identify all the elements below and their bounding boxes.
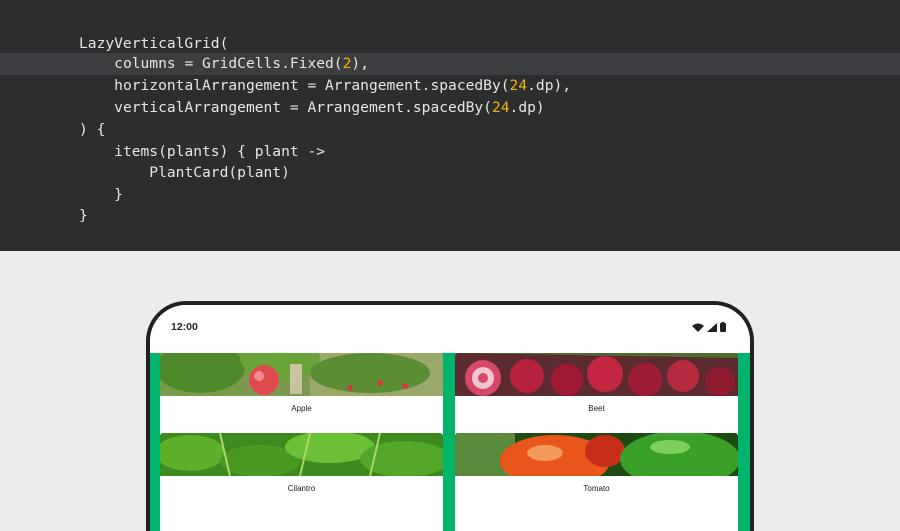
code-text: .dp) xyxy=(509,99,545,116)
tomato-image xyxy=(455,433,738,476)
code-number: 24 xyxy=(509,77,528,94)
wifi-icon xyxy=(692,323,704,332)
code-text: verticalArrangement = Arrangement.spaced… xyxy=(114,99,492,116)
status-bar: 12:00 xyxy=(150,305,750,353)
code-text: PlantCard(plant) xyxy=(149,164,290,181)
code-line: verticalArrangement = Arrangement.spaced… xyxy=(0,97,900,119)
code-text: } xyxy=(114,186,123,203)
plant-card-cilantro[interactable]: Cilantro xyxy=(160,433,443,531)
code-number: 24 xyxy=(491,99,510,116)
code-line: horizontalArrangement = Arrangement.spac… xyxy=(0,75,900,97)
code-line: } xyxy=(0,205,900,227)
code-line: PlantCard(plant) xyxy=(0,162,900,184)
plant-card-label: Apple xyxy=(291,404,312,413)
code-line: items(plants) { plant -> xyxy=(0,141,900,163)
beet-image xyxy=(455,353,738,396)
plant-card-tomato[interactable]: Tomato xyxy=(455,433,738,531)
battery-icon xyxy=(720,322,726,332)
code-text: ), xyxy=(351,55,369,72)
code-text: items(plants) { plant -> xyxy=(114,143,326,160)
code-text: LazyVerticalGrid( xyxy=(79,35,229,52)
code-text: ) { xyxy=(79,121,106,138)
code-line-highlighted: columns = GridCells.Fixed(2), xyxy=(0,53,900,75)
phone-frame: 12:00 Apple Beet Cilantro Tomato xyxy=(146,301,754,531)
cilantro-image xyxy=(160,433,443,476)
code-line: LazyVerticalGrid( xyxy=(0,33,900,55)
code-text: columns = GridCells.Fixed( xyxy=(114,55,343,72)
code-line: ) { xyxy=(0,119,900,141)
apple-image xyxy=(160,353,443,396)
plant-card-label: Cilantro xyxy=(287,484,316,493)
code-line: } xyxy=(0,184,900,206)
status-icons xyxy=(692,322,726,332)
code-text: } xyxy=(79,207,88,224)
code-panel: LazyVerticalGrid( columns = GridCells.Fi… xyxy=(0,0,900,251)
plant-grid[interactable]: Apple Beet Cilantro Tomato xyxy=(150,353,750,531)
code-text: .dp), xyxy=(527,77,572,94)
code-text: horizontalArrangement = Arrangement.spac… xyxy=(114,77,510,94)
cellular-signal-icon xyxy=(707,322,717,332)
status-time: 12:00 xyxy=(171,321,198,333)
plant-card-label: Beet xyxy=(588,404,605,413)
plant-card-label: Tomato xyxy=(583,484,610,493)
